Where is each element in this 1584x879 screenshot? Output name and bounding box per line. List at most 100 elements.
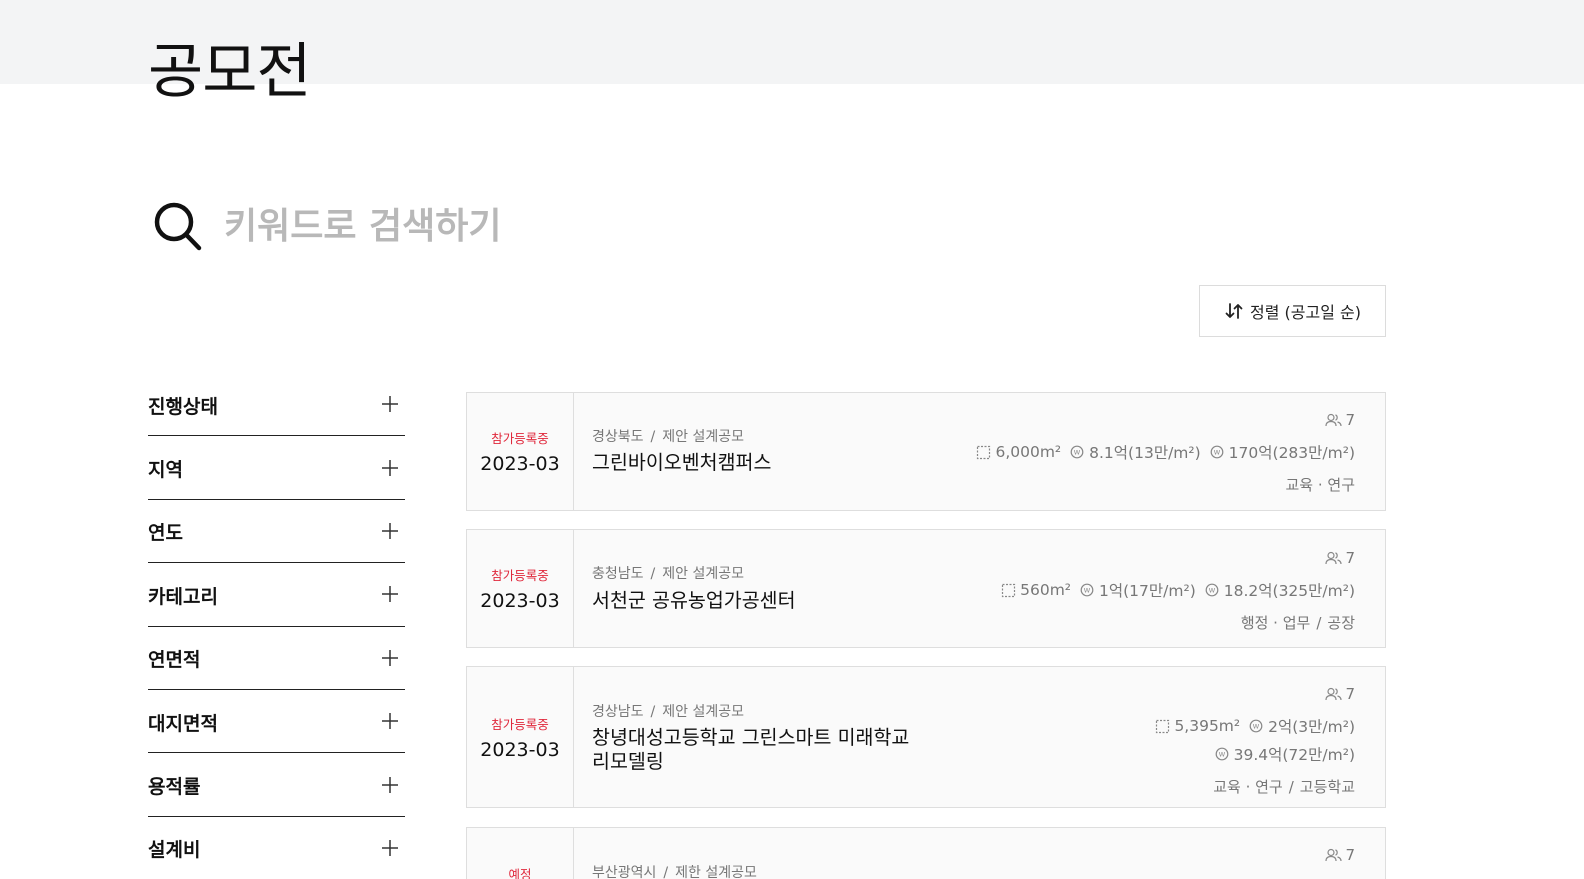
filter-label: 설계비: [148, 839, 201, 862]
card-meta: 부산광역시 / 제한 설계공모: [592, 865, 757, 879]
search-input[interactable]: [224, 198, 824, 254]
participant-count: 7: [1345, 411, 1355, 429]
construction-cost-value: 39.4억(72만/m²): [1233, 746, 1355, 764]
area-value: 560m²: [1020, 581, 1072, 599]
category-main: 교육 · 연구: [1213, 778, 1283, 796]
plus-icon[interactable]: [381, 459, 399, 477]
filter-label: 지역: [148, 459, 183, 482]
filter-design-fee[interactable]: 설계비: [148, 817, 405, 879]
participants: 7: [1001, 549, 1355, 567]
card-body: 경상북도 / 제안 설계공모 그린바이오벤처캠퍼스 7 6,000m² W 8.1억(…: [574, 393, 1385, 510]
category-main: 교육 · 연구: [1285, 476, 1355, 494]
category: 행정 · 업무 / 공장: [1240, 614, 1355, 632]
design-fee-value: 8.1억(13만/m²): [1089, 444, 1201, 462]
filter-region[interactable]: 지역: [148, 436, 405, 500]
card-meta: 경상남도 / 제안 설계공모: [592, 704, 744, 720]
sort-button[interactable]: 정렬 (공고일 순): [1199, 285, 1386, 337]
competition-type: 제한 설계공모: [675, 865, 757, 879]
competition-type: 제안 설계공모: [662, 704, 744, 720]
card-date-column: 예정: [467, 828, 574, 879]
plus-icon[interactable]: [381, 395, 399, 413]
region: 부산광역시: [592, 865, 657, 879]
plus-icon[interactable]: [381, 839, 399, 857]
card-body: 부산광역시 / 제한 설계공모 7: [574, 828, 1385, 879]
announce-date: 2023-03: [480, 738, 560, 761]
category: 교육 · 연구 / 고등학교: [1213, 778, 1355, 796]
filter-floor-area[interactable]: 연면적: [148, 627, 405, 690]
filter-floor-area-ratio[interactable]: 용적률: [148, 753, 405, 817]
competition-type: 제안 설계공모: [662, 429, 744, 445]
svg-text:W: W: [1084, 586, 1091, 594]
competition-card[interactable]: 참가등록중 2023-03 경상남도 / 제안 설계공모 창녕대성고등학교 그린스마…: [466, 666, 1386, 808]
card-body: 충청남도 / 제안 설계공모 서천군 공유농업가공센터 7 560m² W 1억(17…: [574, 530, 1385, 647]
plus-icon[interactable]: [381, 522, 399, 540]
plus-icon[interactable]: [381, 585, 399, 603]
announce-date: 2023-03: [480, 453, 560, 475]
competition-type: 제안 설계공모: [662, 566, 744, 582]
coin-icon: W: [1210, 445, 1224, 458]
card-title[interactable]: 서천군 공유농업가공센터: [592, 589, 796, 613]
stats-line: 6,000m² W 8.1억(13만/m²) W 170억(283만/m²): [976, 441, 1355, 463]
category: 교육 · 연구: [976, 474, 1355, 495]
status-badge: 참가등록중: [491, 716, 549, 732]
area-icon: [1156, 719, 1170, 733]
region: 충청남도: [592, 566, 644, 582]
card-title-line: 창녕대성고등학교 그린스마트 미래학교: [592, 726, 910, 749]
design-fee-stat: W 8.1억(13만/m²): [1070, 441, 1201, 463]
plus-icon[interactable]: [381, 712, 399, 730]
construction-cost-value: 170억(283만/m²): [1228, 444, 1355, 462]
card-meta: 충청남도 / 제안 설계공모: [592, 566, 744, 582]
svg-text:W: W: [1209, 586, 1216, 594]
plus-icon[interactable]: [381, 776, 399, 794]
construction-cost-stat: W 39.4억(72만/m²): [1215, 743, 1355, 765]
design-fee-value: 2억(3만/m²): [1268, 718, 1355, 736]
svg-text:W: W: [1218, 750, 1225, 758]
sort-arrows-icon: [1225, 303, 1243, 319]
filter-category[interactable]: 카테고리: [148, 563, 405, 627]
status-badge: 예정: [508, 867, 532, 879]
coin-icon: W: [1249, 719, 1263, 732]
region: 경상북도: [592, 429, 644, 445]
coin-icon: W: [1205, 583, 1219, 596]
stats-line: 560m² W 1억(17만/m²) W 18.2억(325만/m²): [1001, 579, 1355, 601]
competition-card[interactable]: 참가등록중 2023-03 충청남도 / 제안 설계공모 서천군 공유농업가공센터 …: [466, 529, 1386, 648]
design-fee-stat: W 1억(17만/m²): [1080, 579, 1196, 601]
users-icon: [1325, 848, 1343, 862]
card-stats: 7 5,395m² W 2억(3만/m²) W 39.4억(72만/m²) 교육 ·…: [1155, 685, 1355, 797]
filter-status[interactable]: 진행상태: [148, 373, 405, 437]
filter-label: 연면적: [148, 649, 201, 672]
users-icon: [1325, 687, 1343, 701]
construction-cost-value: 18.2억(325만/m²): [1223, 582, 1355, 600]
competition-card[interactable]: 예정 부산광역시 / 제한 설계공모 7: [466, 827, 1386, 879]
participants: 7: [1325, 846, 1355, 864]
card-title[interactable]: 창녕대성고등학교 그린스마트 미래학교 리모델링: [592, 726, 909, 774]
filter-site-area[interactable]: 대지면적: [148, 690, 405, 754]
card-stats: 7 6,000m² W 8.1억(13만/m²) W 170억(283만/m²) 교…: [976, 411, 1355, 495]
search-bar[interactable]: [152, 196, 852, 256]
coin-icon: W: [1070, 445, 1084, 458]
filter-sidebar: 진행상태 지역 연도 카테고리 연면적 대지면적 용적률 설계비: [148, 373, 405, 879]
category-sub: 고등학교: [1299, 778, 1355, 796]
card-title-line: 리모델링: [592, 750, 664, 773]
plus-icon[interactable]: [381, 649, 399, 667]
card-body: 경상남도 / 제안 설계공모 창녕대성고등학교 그린스마트 미래학교 리모델링 7 …: [574, 667, 1385, 807]
construction-cost-stat: W 170억(283만/m²): [1210, 441, 1355, 463]
card-title[interactable]: 그린바이오벤처캠퍼스: [592, 451, 771, 475]
card-meta: 경상북도 / 제안 설계공모: [592, 429, 744, 445]
participants: 7: [1155, 685, 1355, 703]
search-icon[interactable]: [152, 198, 204, 254]
competition-card[interactable]: 참가등록중 2023-03 경상북도 / 제안 설계공모 그린바이오벤처캠퍼스 7 …: [466, 392, 1386, 511]
status-badge: 참가등록중: [491, 568, 549, 583]
svg-text:W: W: [1253, 722, 1260, 730]
card-date-column: 참가등록중 2023-03: [467, 393, 574, 510]
card-date-column: 참가등록중 2023-03: [467, 530, 574, 647]
filter-year[interactable]: 연도: [148, 500, 405, 564]
card-stats: 7 560m² W 1억(17만/m²) W 18.2억(325만/m²) 행정 ·…: [1001, 549, 1355, 633]
filter-label: 용적률: [148, 776, 201, 799]
filter-label: 진행상태: [148, 395, 218, 418]
participants: 7: [976, 411, 1355, 429]
category-main: 행정 · 업무: [1240, 614, 1311, 632]
region: 경상남도: [592, 704, 644, 720]
sort-label: 정렬 (공고일 순): [1250, 303, 1361, 322]
status-badge: 참가등록중: [491, 431, 549, 446]
